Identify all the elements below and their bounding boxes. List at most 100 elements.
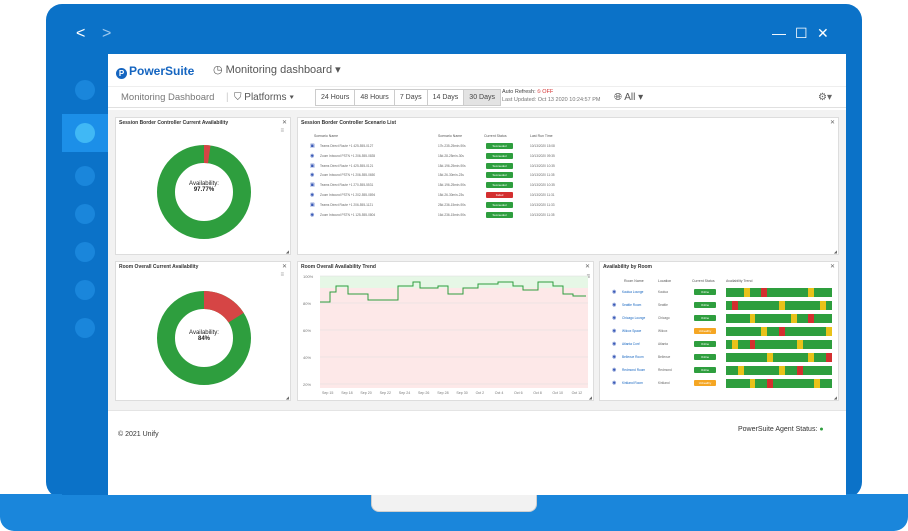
rail-item-active[interactable] (62, 114, 108, 152)
room-name-link[interactable]: Seattle Room (622, 303, 641, 307)
dashboard-selector[interactable]: ◷ Monitoring dashboard ▾ (213, 63, 341, 76)
close-icon[interactable]: ✕ (282, 119, 287, 126)
room-name-link[interactable]: Bellevue Room (622, 355, 644, 359)
forward-icon[interactable]: > (102, 25, 111, 43)
toolbar: Monitoring Dashboard | ⛉ Platforms ▾ 24 … (108, 86, 846, 108)
scenario-id: 17b-235-25min-90s (438, 144, 466, 148)
room-icon: ◉ (612, 302, 617, 308)
rail-item-icon[interactable] (75, 280, 95, 300)
room-icon: ◉ (612, 341, 617, 347)
column-header[interactable]: Last Run Time (530, 134, 553, 138)
range-button[interactable]: 7 Days (395, 90, 428, 105)
column-header[interactable]: Scenario Name (438, 134, 462, 138)
back-icon[interactable]: < (76, 25, 85, 43)
trend-segment (826, 301, 833, 310)
rail-item-icon[interactable] (75, 80, 95, 100)
x-tick-label: Sep 26 (418, 391, 429, 395)
close-icon[interactable]: ✕ (585, 263, 590, 270)
room-name-link[interactable]: Chicago Lounge (622, 316, 645, 320)
column-header[interactable]: Current Status (692, 279, 715, 283)
globe-icon: 🌐︎ (614, 92, 622, 103)
room-name-link[interactable]: Kaulua Lounge (622, 290, 643, 294)
agent-status-label: PowerSuite Agent Status: (738, 426, 818, 433)
status-badge: Succeeded (486, 143, 513, 149)
platform-icon: ◉ (310, 172, 315, 179)
app-window: < > — ☐ ✕ P PowerSuite ◷ Monitoring dashb… (62, 17, 846, 495)
last-run-time: 10/13/2020 10:35 (530, 183, 555, 188)
status-badge: Succeeded (486, 172, 513, 179)
auto-refresh[interactable]: Auto Refresh: ⦸ OFF Last Updated: Oct 13… (502, 88, 600, 104)
close-icon[interactable]: ✕ (282, 263, 287, 270)
trend-segment (826, 379, 833, 388)
close-icon[interactable]: ✕ (830, 119, 835, 126)
column-header[interactable]: Location (658, 279, 671, 283)
resize-handle[interactable]: ◢ (589, 395, 592, 400)
maximize-icon[interactable]: ☐ (795, 25, 808, 42)
app-header: P PowerSuite ◷ Monitoring dashboard ▾ (108, 54, 846, 84)
column-header[interactable]: Current Status (484, 134, 507, 138)
platform-icon: ▣ (310, 182, 315, 189)
logo: P PowerSuite (116, 64, 194, 79)
room-icon: ◉ (612, 328, 617, 334)
platforms-dropdown[interactable]: ⛉ Platforms ▾ (234, 92, 294, 103)
range-button[interactable]: 48 Hours (355, 90, 395, 105)
close-icon[interactable]: ✕ (830, 263, 835, 270)
menu-icon[interactable]: ≡ (280, 272, 284, 278)
status-badge: Succeeded (486, 201, 513, 208)
sbc-availability-panel: Session Border Controller Current Availa… (115, 117, 291, 255)
room-name-link[interactable]: Atlanta Conf (622, 342, 640, 346)
logo-text: PowerSuite (129, 64, 195, 78)
room-name-link[interactable]: Wilcox Space (622, 329, 641, 333)
rail-item-icon[interactable] (75, 166, 95, 186)
rail-item-icon[interactable] (75, 204, 95, 224)
column-header[interactable]: Availability Trend (726, 279, 752, 283)
status-badge: Online (694, 302, 716, 308)
room-list-panel: Availability by Room ✕ Room Name Locatio… (599, 261, 839, 401)
chevron-down-icon: ▾ (638, 92, 644, 103)
range-button[interactable]: 30 Days (464, 90, 500, 105)
room-location: Kirkland (658, 381, 670, 385)
scenario-id: 18d-196-25min-90s (438, 183, 466, 188)
resize-handle[interactable]: ◢ (286, 249, 289, 254)
rail-item-icon[interactable] (75, 242, 95, 262)
x-tick-label: Sep 28 (437, 391, 448, 395)
availability-trend-bar (726, 288, 833, 297)
dashboard-label: Monitoring dashboard (225, 64, 333, 76)
range-button[interactable]: 24 Hours (316, 90, 356, 105)
resize-handle[interactable]: ◢ (834, 395, 837, 400)
room-location: Redmond (658, 368, 672, 372)
menu-icon[interactable]: ≡ (280, 128, 284, 134)
resize-handle[interactable]: ◢ (834, 249, 837, 254)
status-badge: Unhealthy (694, 380, 716, 386)
column-header[interactable]: Room Name (624, 279, 644, 283)
room-location: Kaulua (658, 290, 668, 294)
scenario-id: 16d-236-15min-90s (438, 212, 466, 217)
gear-icon[interactable]: ⚙▾ (818, 92, 832, 103)
auto-refresh-label: Auto Refresh: (502, 89, 536, 95)
room-icon: ◉ (612, 315, 617, 321)
resize-handle[interactable]: ◢ (286, 395, 289, 400)
status-badge: Online (694, 315, 716, 321)
room-location: Wilcox (658, 329, 668, 333)
x-tick-label: Oct 6 (514, 391, 523, 395)
x-tick-label: Oct 12 (572, 391, 583, 395)
minimize-icon[interactable]: — (772, 25, 786, 41)
scope-dropdown[interactable]: 🌐︎ All ▾ (614, 92, 643, 103)
rail-item-icon[interactable] (75, 318, 95, 338)
last-run-time: 10/13/2020 15:08 (530, 144, 555, 148)
room-name-link[interactable]: Kirkland Room (622, 381, 643, 385)
last-run-time: 10/13/2020 11:35 (530, 173, 555, 178)
x-axis: Sep 15 Sep 18 Sep 20 Sep 22 Sep 24 Sep 26 Sep … (322, 391, 582, 395)
availability-trend-bar (726, 366, 833, 375)
status-badge: Failed (486, 192, 513, 198)
close-icon[interactable]: ✕ (817, 25, 829, 42)
x-tick-label: Oct 8 (533, 391, 542, 395)
y-tick-label: 100% (303, 274, 314, 279)
room-name-link[interactable]: Redmond Room (622, 368, 645, 372)
column-header[interactable]: Scenario Name (314, 134, 338, 138)
copyright: © 2021 Unify (118, 431, 159, 438)
trend-segment (826, 314, 833, 323)
status-badge: Online (694, 354, 716, 360)
range-button[interactable]: 14 Days (428, 90, 465, 105)
last-run-time: 10/13/2020 10:35 (530, 163, 555, 168)
